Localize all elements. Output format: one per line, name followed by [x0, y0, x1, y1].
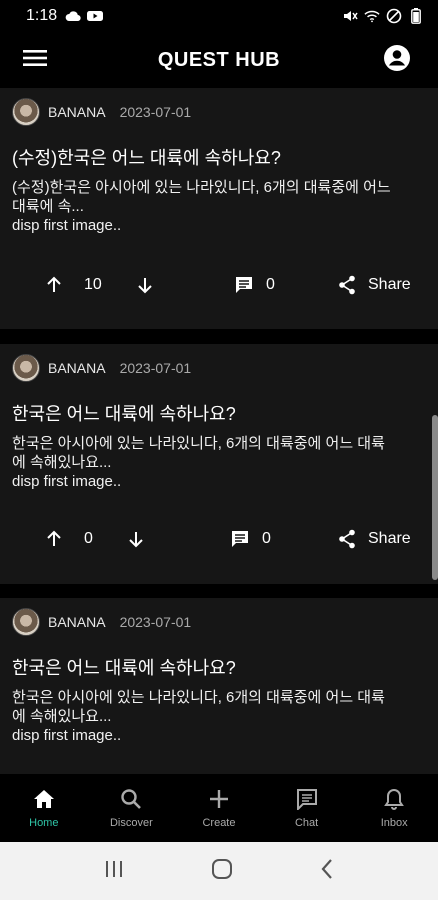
account-icon [383, 44, 411, 77]
bottom-nav: Home Discover Create Chat Inbox [0, 774, 438, 842]
post-body-line: disp first image.. [12, 473, 122, 490]
post-card[interactable]: BANANA 2023-07-01 한국은 어느 대륙에 속하나요? 한국은 아… [0, 598, 438, 774]
upvote-button[interactable] [46, 276, 62, 294]
post-card[interactable]: BANANA 2023-07-01 한국은 어느 대륙에 속하나요? 한국은 아… [0, 344, 438, 584]
nav-create[interactable]: Create [175, 774, 263, 842]
post-actions: 10 0 Share [0, 270, 438, 300]
author-name[interactable]: BANANA [48, 360, 106, 376]
post-body-line: 대륙에 속... [12, 198, 84, 215]
arrow-down-icon [129, 532, 143, 548]
search-icon [119, 787, 143, 811]
youtube-icon [87, 8, 104, 24]
app-bar: QUEST HUB [0, 32, 438, 88]
home-circle-icon [211, 858, 232, 879]
comment-icon [232, 531, 248, 547]
nav-inbox[interactable]: Inbox [350, 774, 438, 842]
mute-icon [342, 8, 358, 24]
post-body-line: (수정)한국은 아시아에 있는 나라있니다, 6개의 대륙중에 어느 [12, 179, 391, 196]
share-button[interactable]: Share [338, 275, 411, 295]
post-body[interactable]: (수정)한국은 아시아에 있는 나라있니다, 6개의 대륙중에 어느 대륙에 속… [12, 178, 426, 235]
chat-icon [295, 787, 319, 811]
avatar[interactable] [12, 354, 40, 382]
post-feed[interactable]: BANANA 2023-07-01 (수정)한국은 어느 대륙에 속하나요? (… [0, 88, 438, 774]
downvote-button[interactable] [137, 276, 153, 294]
downvote-button[interactable] [128, 530, 144, 548]
post-actions: 0 0 Share [0, 524, 438, 554]
arrow-down-icon [138, 278, 152, 294]
cloud-icon [65, 8, 81, 24]
share-icon [339, 529, 355, 549]
nav-label: Inbox [380, 817, 408, 829]
nav-discover[interactable]: Discover [88, 774, 176, 842]
comment-icon [236, 277, 252, 293]
arrow-up-icon [47, 276, 61, 292]
nav-chat[interactable]: Chat [263, 774, 351, 842]
post-body-line: 에 속해있나요... [12, 708, 112, 725]
arrow-up-icon [47, 530, 61, 546]
app-title: QUEST HUB [157, 48, 281, 71]
status-time: 1:18 [26, 7, 58, 24]
comment-button[interactable] [230, 529, 250, 549]
post-header: BANANA 2023-07-01 [12, 98, 191, 126]
battery-icon [408, 8, 424, 24]
bell-icon [382, 787, 406, 811]
menu-button[interactable] [20, 46, 50, 74]
plus-icon [207, 787, 231, 811]
nav-label: Chat [294, 817, 319, 829]
post-body-line: 한국은 아시아에 있는 나라있니다, 6개의 대륙중에 어느 대륙 [12, 435, 385, 452]
upvote-button[interactable] [46, 530, 62, 548]
post-title[interactable]: (수정)한국은 어느 대륙에 속하나요? [12, 144, 281, 170]
share-label: Share [368, 276, 411, 293]
comment-count: 0 [262, 530, 271, 547]
post-body-line: 한국은 아시아에 있는 나라있니다, 6개의 대륙중에 어느 대륙 [12, 689, 385, 706]
home-system-button[interactable] [211, 858, 233, 885]
post-body-line: 에 속해있나요... [12, 454, 112, 471]
post-date: 2023-07-01 [119, 360, 192, 376]
back-button[interactable] [320, 858, 334, 885]
share-icon [339, 275, 355, 295]
post-body[interactable]: 한국은 아시아에 있는 나라있니다, 6개의 대륙중에 어느 대륙 에 속해있나… [12, 688, 426, 745]
post-body-line: disp first image.. [12, 217, 122, 234]
post-header: BANANA 2023-07-01 [12, 354, 191, 382]
recents-icon [105, 860, 122, 877]
author-name[interactable]: BANANA [48, 614, 106, 630]
avatar[interactable] [12, 608, 40, 636]
nav-home[interactable]: Home [0, 774, 88, 842]
status-bar: 1:18 [0, 0, 438, 32]
post-title[interactable]: 한국은 어느 대륙에 속하나요? [12, 654, 236, 680]
home-icon [32, 787, 56, 811]
comment-count: 0 [266, 276, 275, 293]
nav-label: Create [202, 817, 236, 829]
post-title[interactable]: 한국은 어느 대륙에 속하나요? [12, 400, 236, 426]
comment-button[interactable] [234, 275, 254, 295]
nav-label: Home [29, 817, 59, 829]
wifi-icon [364, 8, 380, 24]
scrollbar-thumb[interactable] [432, 415, 438, 580]
vote-count: 10 [84, 276, 102, 293]
post-body[interactable]: 한국은 아시아에 있는 나라있니다, 6개의 대륙중에 어느 대륙 에 속해있나… [12, 434, 426, 491]
share-button[interactable]: Share [338, 529, 411, 549]
avatar[interactable] [12, 98, 40, 126]
post-date: 2023-07-01 [119, 104, 192, 120]
profile-button[interactable] [382, 44, 412, 77]
vote-count: 0 [84, 530, 93, 547]
back-icon [321, 858, 333, 879]
post-card[interactable]: BANANA 2023-07-01 (수정)한국은 어느 대륙에 속하나요? (… [0, 88, 438, 329]
post-body-line: disp first image.. [12, 727, 122, 744]
post-date: 2023-07-01 [119, 614, 192, 630]
author-name[interactable]: BANANA [48, 104, 106, 120]
post-header: BANANA 2023-07-01 [12, 608, 191, 636]
do-not-disturb-icon [386, 8, 402, 24]
recents-button[interactable] [104, 860, 124, 883]
menu-icon [23, 49, 47, 72]
nav-label: Discover [109, 817, 153, 829]
system-nav-bar [0, 842, 438, 900]
share-label: Share [368, 530, 411, 547]
